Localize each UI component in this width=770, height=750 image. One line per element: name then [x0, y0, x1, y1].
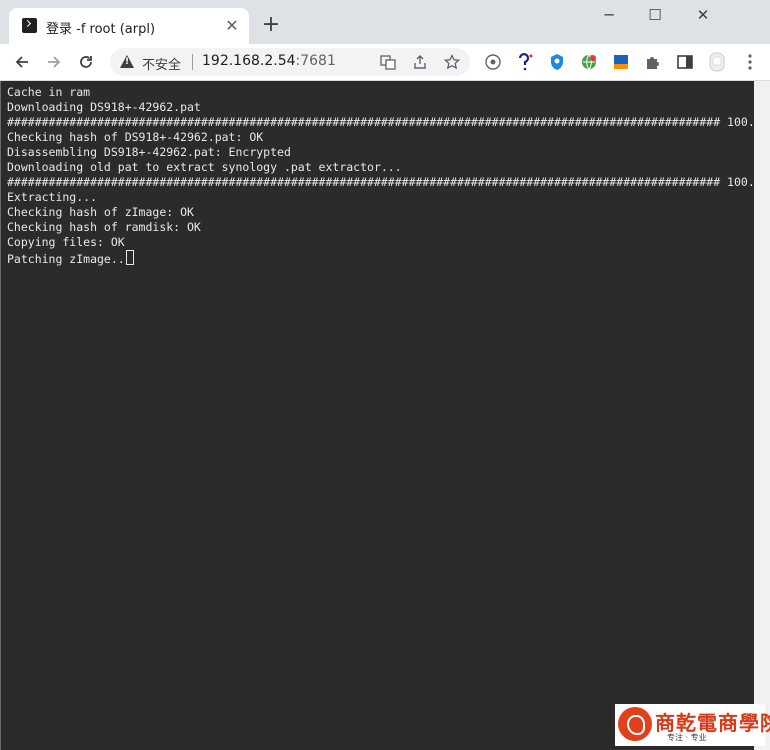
terminal-line: Checking hash of zImage: OK: [7, 205, 194, 219]
close-window-button[interactable]: ✕: [680, 0, 726, 30]
bookmark-star-icon[interactable]: [442, 52, 462, 72]
maximize-button[interactable]: ☐: [632, 0, 678, 30]
terminal-line: ########################################…: [7, 175, 769, 189]
url-text[interactable]: 192.168.2.54:7681: [202, 53, 336, 69]
terminal-cursor: [125, 250, 134, 265]
extension-globe-icon[interactable]: [577, 50, 601, 74]
terminal-output: Cache in ram Downloading DS918+-42962.pat…: [7, 85, 769, 266]
menu-kebab-icon[interactable]: [738, 50, 762, 74]
terminal-line: Cache in ram: [7, 85, 91, 99]
watermark-subtitle: 专注 · 专业: [667, 733, 707, 742]
profile-avatar-icon[interactable]: [705, 50, 729, 74]
browser-toolbar: 不安全 192.168.2.54:7681: [0, 44, 770, 81]
terminal-line: ########################################…: [7, 115, 769, 129]
watermark-logo: 商乾電商學院 专注 · 专业: [615, 704, 770, 746]
side-panel-icon[interactable]: [673, 50, 697, 74]
reload-icon: [80, 56, 92, 68]
dragon-seal-icon: [618, 707, 652, 741]
forward-arrow-icon: [48, 56, 61, 68]
reload-button[interactable]: [72, 48, 100, 76]
terminal-line: Downloading old pat to extract synology …: [7, 160, 402, 174]
forward-button[interactable]: [40, 48, 68, 76]
terminal-line: Patching zImage..: [7, 250, 769, 266]
new-tab-button[interactable]: +: [259, 14, 283, 38]
minimize-button[interactable]: ─: [586, 0, 632, 30]
terminal-line: Checking hash of ramdisk: OK: [7, 220, 201, 234]
extension-folder-icon[interactable]: [609, 50, 633, 74]
terminal-line: Copying files: OK: [7, 235, 125, 249]
browser-window: 登录 -f root (arpl) ✕ + ─ ☐ ✕ 不安全: [0, 0, 770, 750]
extension-shield-icon[interactable]: [545, 50, 569, 74]
terminal-view[interactable]: Cache in ram Downloading DS918+-42962.pat…: [0, 81, 769, 750]
terminal-line: Checking hash of DS918+-42962.pat: OK: [7, 130, 264, 144]
extension-gear-icon[interactable]: [481, 50, 505, 74]
tab-title: 登录 -f root (arpl): [46, 22, 156, 37]
terminal-line: Disassembling DS918+-42962.pat: Encrypte…: [7, 145, 291, 159]
extension-help-icon[interactable]: [513, 50, 537, 74]
translate-icon[interactable]: [378, 52, 398, 72]
address-bar[interactable]: 不安全 192.168.2.54:7681: [110, 48, 470, 76]
back-button[interactable]: [8, 48, 36, 76]
tab-terminal[interactable]: 登录 -f root (arpl) ✕: [9, 8, 249, 44]
warning-icon[interactable]: [120, 55, 134, 68]
terminal-icon: [22, 18, 37, 33]
page-scrollbar[interactable]: [754, 81, 770, 750]
tab-strip: 登录 -f root (arpl) ✕ + ─ ☐ ✕: [0, 0, 770, 44]
terminal-line: Extracting...: [7, 190, 98, 204]
extensions-puzzle-icon[interactable]: [641, 50, 665, 74]
share-icon[interactable]: [410, 52, 430, 72]
back-arrow-icon: [15, 56, 28, 68]
security-label[interactable]: 不安全: [142, 54, 181, 73]
tab-close-icon[interactable]: ✕: [223, 17, 241, 35]
omnibox-divider: [192, 54, 193, 70]
terminal-line: Downloading DS918+-42962.pat: [7, 100, 201, 114]
